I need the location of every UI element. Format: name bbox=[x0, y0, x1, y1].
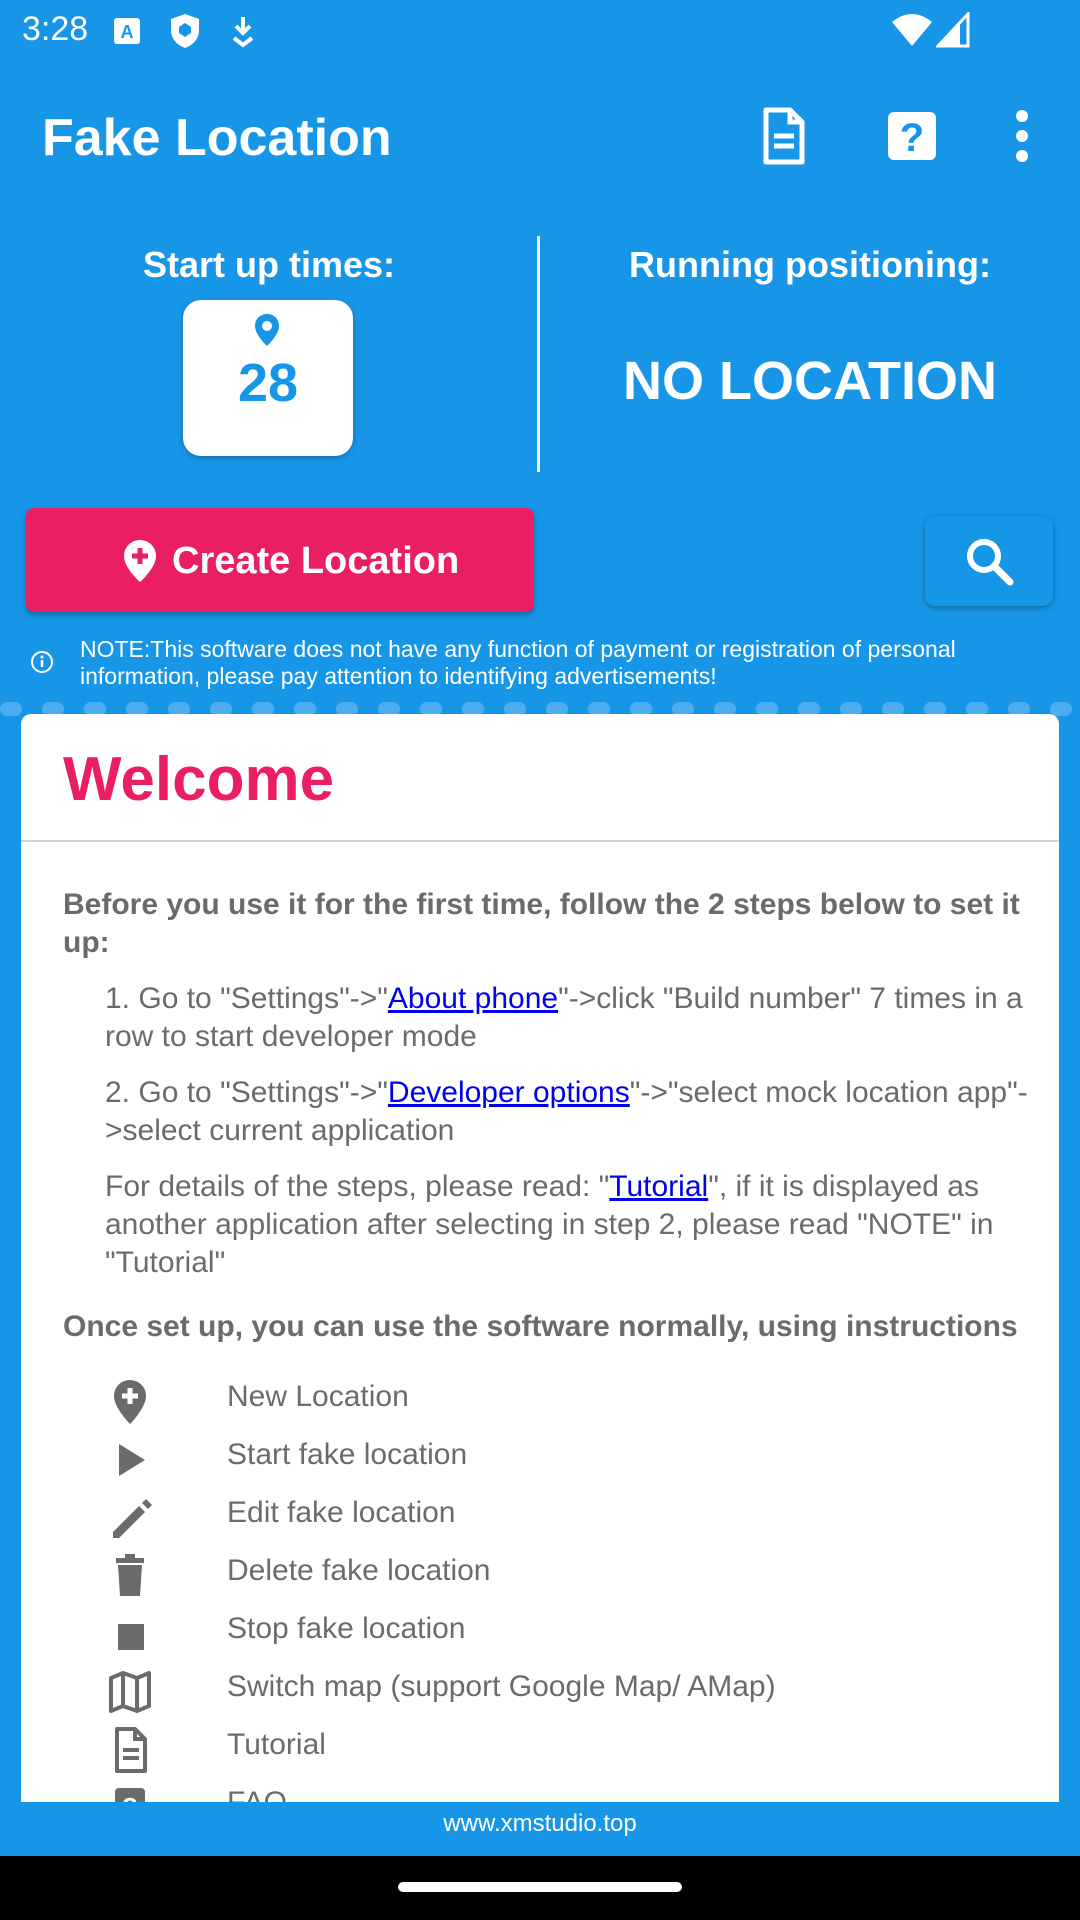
play-icon bbox=[119, 1444, 145, 1476]
running-positioning-label: Running positioning: bbox=[629, 244, 991, 285]
legend-item: Switch map (support Google Map/ AMap) bbox=[105, 1664, 1005, 1714]
about-phone-link[interactable]: About phone bbox=[388, 982, 558, 1015]
document-icon bbox=[115, 1727, 147, 1773]
legend-label: New Location bbox=[227, 1380, 409, 1413]
home-gesture-handle[interactable] bbox=[398, 1882, 682, 1892]
legend-label: Switch map (support Google Map/ AMap) bbox=[227, 1670, 776, 1703]
step-2-pre: 2. Go to "Settings"->" bbox=[105, 1076, 388, 1109]
footer: www.xmstudio.top bbox=[0, 1802, 1080, 1856]
running-positioning-value: NO LOCATION bbox=[623, 351, 997, 411]
legend-label: Tutorial bbox=[227, 1728, 326, 1761]
intro-text: Before you use it for the first time, fo… bbox=[63, 888, 1020, 959]
create-location-label: Create Location bbox=[172, 540, 460, 582]
instructions-heading: Once set up, you can use the software no… bbox=[63, 1310, 1018, 1343]
legend-label: Edit fake location bbox=[227, 1496, 456, 1529]
app-title: Fake Location bbox=[42, 109, 392, 167]
legend-label: Delete fake location bbox=[227, 1554, 491, 1587]
legend-item: New Location bbox=[105, 1374, 1005, 1424]
startup-times-label: Start up times: bbox=[142, 244, 396, 285]
stop-icon bbox=[118, 1624, 144, 1650]
download-icon bbox=[232, 17, 254, 48]
app-bar: Fake Location ? bbox=[0, 62, 1080, 212]
app-notification-icon: A bbox=[114, 18, 140, 44]
document-icon[interactable] bbox=[754, 106, 814, 166]
step-1: 1. Go to "Settings"->"About phone"->clic… bbox=[105, 980, 1035, 1056]
info-icon bbox=[31, 651, 53, 673]
svg-text:?: ? bbox=[122, 1792, 138, 1802]
more-options-icon[interactable] bbox=[1000, 106, 1044, 166]
details-text: For details of the steps, please read: "… bbox=[105, 1168, 1035, 1282]
welcome-title: Welcome bbox=[63, 745, 335, 814]
welcome-card[interactable]: Welcome Before you use it for the first … bbox=[21, 714, 1059, 1802]
legend-item: Edit fake location bbox=[105, 1490, 1005, 1540]
disclaimer-text: NOTE:This software does not have any fun… bbox=[80, 636, 956, 689]
startup-count: 28 bbox=[237, 353, 299, 413]
wifi-icon bbox=[892, 14, 932, 46]
search-button[interactable] bbox=[925, 516, 1053, 606]
legend-item: Delete fake location bbox=[105, 1548, 1005, 1598]
location-pin-icon bbox=[255, 314, 279, 346]
startup-counter: 28 bbox=[183, 300, 353, 456]
step-1-pre: 1. Go to "Settings"->" bbox=[105, 982, 388, 1015]
navigation-bar bbox=[0, 1856, 1080, 1920]
tutorial-link[interactable]: Tutorial bbox=[609, 1170, 708, 1203]
footer-url[interactable]: www.xmstudio.top bbox=[0, 1810, 1080, 1838]
status-time: 3:28 bbox=[22, 10, 89, 48]
status-bar: 3:28 A bbox=[0, 0, 1080, 62]
help-icon[interactable]: ? bbox=[882, 106, 942, 166]
help-icon: ? bbox=[115, 1788, 145, 1802]
legend-item: ? FAQ bbox=[105, 1780, 1005, 1802]
svg-text:?: ? bbox=[900, 116, 924, 160]
legend-label: Start fake location bbox=[227, 1438, 468, 1471]
details-pre: For details of the steps, please read: " bbox=[105, 1170, 610, 1203]
create-location-button[interactable]: Create Location bbox=[26, 508, 534, 612]
legend-item: Stop fake location bbox=[105, 1606, 1005, 1656]
developer-options-link[interactable]: Developer options bbox=[388, 1076, 630, 1109]
card-divider bbox=[21, 840, 1059, 842]
search-icon bbox=[967, 539, 1014, 586]
trash-icon bbox=[116, 1554, 144, 1596]
add-location-icon bbox=[114, 1380, 146, 1424]
legend-item: Tutorial bbox=[105, 1722, 1005, 1773]
legend-label: FAQ bbox=[227, 1786, 287, 1802]
step-2: 2. Go to "Settings"->"Developer options"… bbox=[105, 1074, 1035, 1150]
add-location-icon bbox=[124, 540, 156, 582]
legend-item: Start fake location bbox=[105, 1432, 1005, 1482]
legend-label: Stop fake location bbox=[227, 1612, 466, 1645]
shield-icon bbox=[171, 14, 199, 48]
signal-icon bbox=[936, 12, 970, 48]
map-icon bbox=[109, 1671, 151, 1713]
pencil-icon bbox=[113, 1499, 152, 1538]
stats-panel: Start up times: 28 Running positioning: … bbox=[0, 230, 1080, 475]
svg-text:A: A bbox=[121, 22, 134, 42]
